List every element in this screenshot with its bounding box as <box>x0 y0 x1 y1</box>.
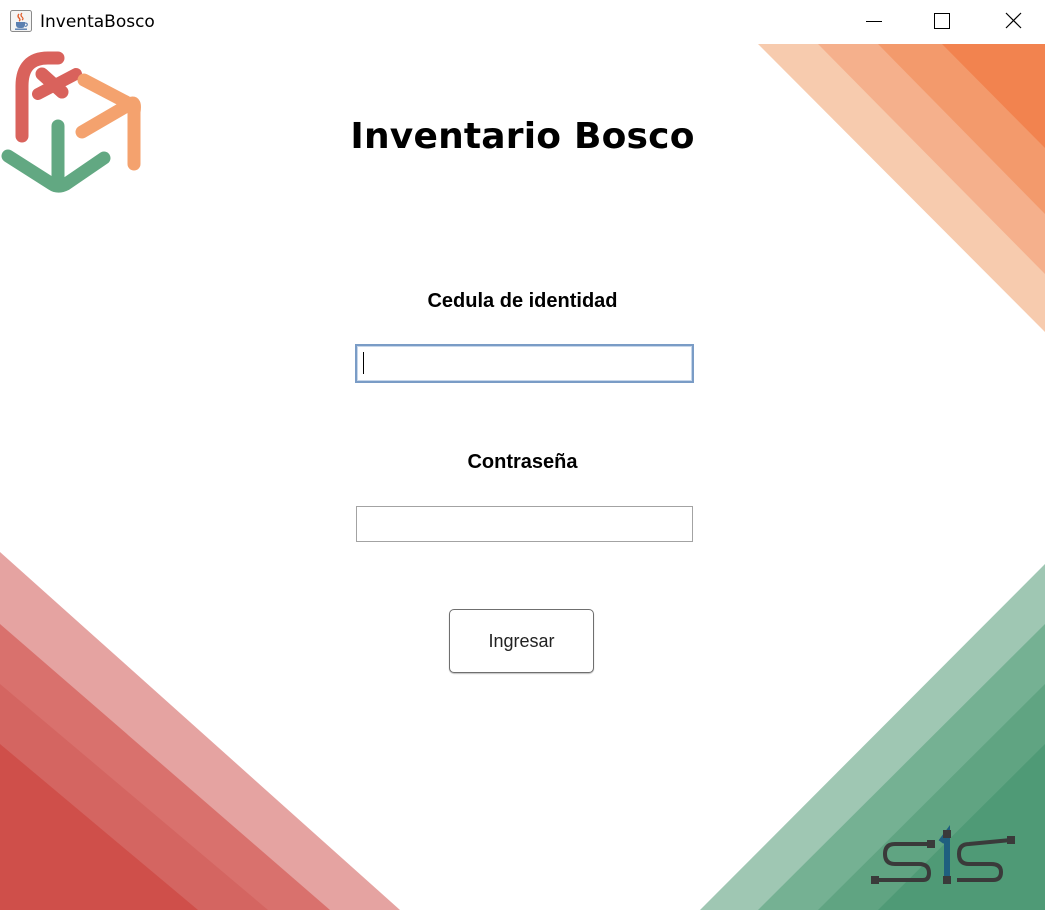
maximize-icon <box>934 13 950 29</box>
text-caret <box>363 352 364 374</box>
password-input[interactable] <box>356 506 693 542</box>
sis-logo <box>871 825 1015 884</box>
corner-stripes-decoration <box>0 44 1045 910</box>
java-cup-icon <box>10 10 32 32</box>
close-button[interactable] <box>976 0 1045 44</box>
title-bar[interactable]: InventaBosco <box>0 0 1045 44</box>
close-icon <box>1005 12 1022 29</box>
page-title: Inventario Bosco <box>350 116 695 157</box>
login-panel: Inventario Bosco Cedula de identidad Con… <box>0 44 1045 910</box>
window-title: InventaBosco <box>40 12 155 32</box>
minimize-icon <box>866 21 882 22</box>
maximize-button[interactable] <box>906 0 976 44</box>
login-window: InventaBosco Inventario Bosco Cedula de … <box>0 0 1045 910</box>
minimize-button[interactable] <box>838 0 908 44</box>
password-label: Contraseña <box>467 451 578 473</box>
cedula-input[interactable] <box>355 344 694 383</box>
login-button[interactable]: Ingresar <box>449 609 594 673</box>
cedula-label: Cedula de identidad <box>427 290 618 312</box>
